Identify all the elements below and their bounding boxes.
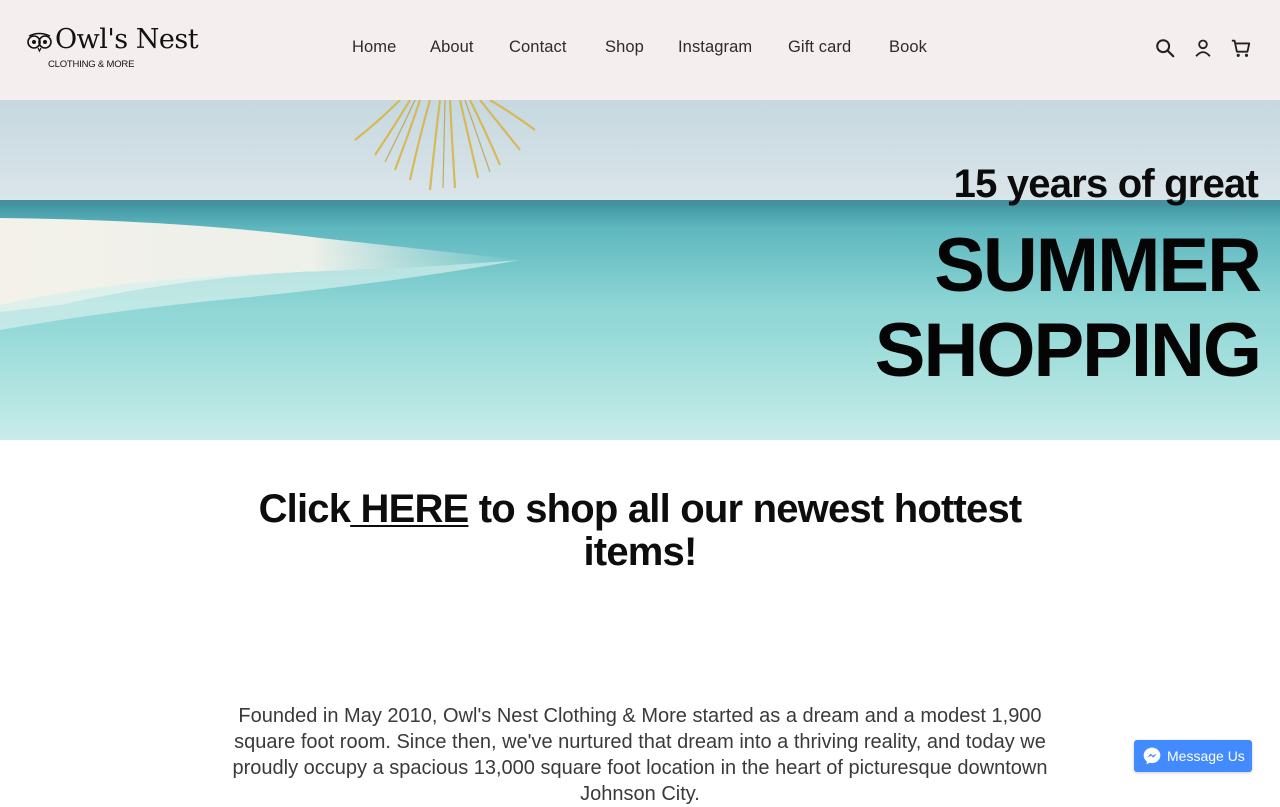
logo-text: Owl's Nest: [55, 24, 199, 55]
hero-subtitle: 15 years of great: [953, 162, 1259, 206]
hero-banner[interactable]: 15 years of great SUMMER SHOPPING: [0, 100, 1280, 440]
cart-icon[interactable]: [1230, 37, 1252, 59]
header-actions: [1154, 37, 1252, 59]
owl-icon: [27, 32, 52, 53]
nav-instagram[interactable]: Instagram: [678, 38, 752, 57]
cta-prefix: Click: [258, 487, 351, 531]
hero-title-line1: SUMMER: [934, 223, 1262, 308]
messenger-icon: [1143, 747, 1161, 765]
logo-subtext: CLOTHING & MORE: [48, 59, 135, 70]
shop-here-link[interactable]: HERE: [350, 487, 469, 531]
messenger-button[interactable]: Message Us: [1134, 740, 1252, 772]
nav-contact[interactable]: Contact: [509, 38, 567, 57]
nav-home[interactable]: Home: [352, 38, 396, 57]
shop-cta-heading: Click HERE to shop all our newest hottes…: [240, 488, 1040, 574]
nav-gift-card[interactable]: Gift card: [788, 38, 851, 57]
messenger-label: Message Us: [1167, 748, 1245, 764]
nav-about[interactable]: About: [430, 38, 474, 57]
nav-shop[interactable]: Shop: [605, 38, 644, 57]
about-paragraph: Founded in May 2010, Owl's Nest Clothing…: [232, 705, 1048, 805]
logo[interactable]: Owl's Nest CLOTHING & MORE: [26, 26, 199, 74]
cta-suffix: to shop all our newest hottest items!: [468, 487, 1023, 574]
nav-book[interactable]: Book: [889, 38, 927, 57]
account-icon[interactable]: [1192, 37, 1214, 59]
search-icon[interactable]: [1154, 37, 1176, 59]
hero-title-line2: SHOPPING: [874, 308, 1262, 393]
site-header: Owl's Nest CLOTHING & MORE Home About Co…: [0, 0, 1280, 100]
